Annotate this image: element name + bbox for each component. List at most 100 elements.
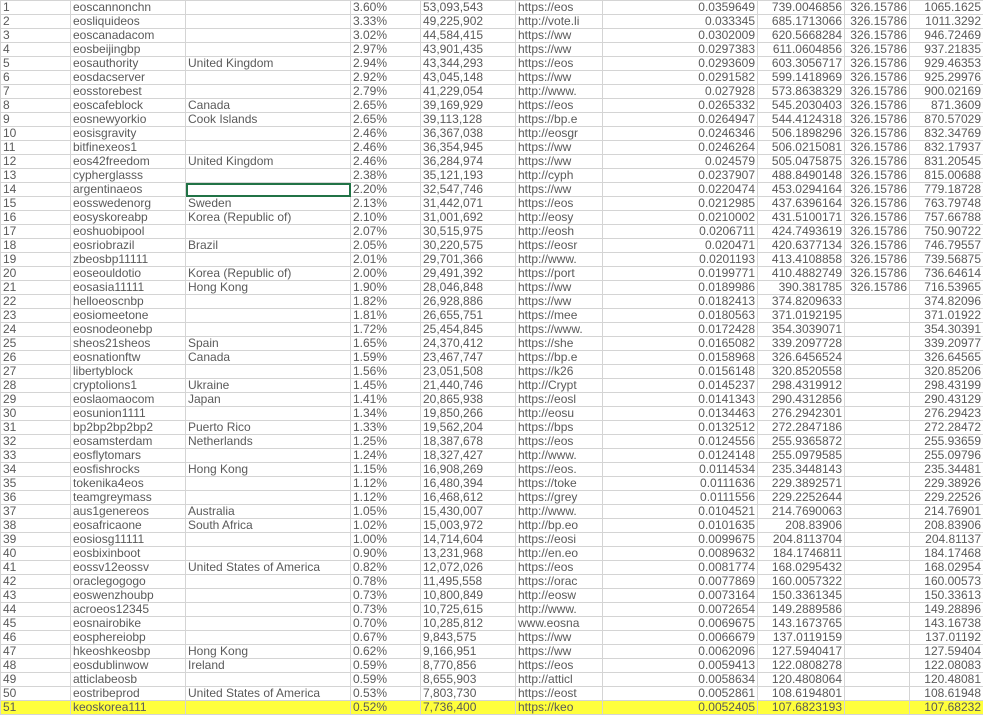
total-cell[interactable]: 374.82096 (909, 294, 983, 309)
total-cell[interactable]: 229.38926 (909, 476, 983, 491)
ratio-cell[interactable]: 0.0052861 (602, 686, 758, 701)
url-cell[interactable]: https://eos (515, 98, 603, 113)
row-index-cell[interactable]: 12 (0, 154, 71, 169)
table-row[interactable]: 17 eoshuobipool 2.07% 30,515,975 http://eosh… (0, 224, 983, 239)
account-cell[interactable]: libertyblock (70, 364, 186, 379)
url-cell[interactable]: http://eosy (515, 210, 603, 225)
bonus-cell[interactable] (844, 518, 910, 533)
votes-cell[interactable]: 30,220,575 (420, 238, 516, 253)
table-row[interactable]: 28 cryptolions1 Ukraine 1.45% 21,440,746 http… (0, 378, 983, 393)
votes-cell[interactable]: 9,166,951 (420, 644, 516, 659)
ratio-cell[interactable]: 0.0293609 (602, 56, 758, 71)
country-cell[interactable]: Cook Islands (185, 112, 351, 127)
reward-cell[interactable]: 420.6377134 (757, 238, 845, 253)
account-cell[interactable]: eosafricaone (70, 518, 186, 533)
votes-cell[interactable]: 13,231,968 (420, 546, 516, 561)
table-row[interactable]: 27 libertyblock 1.56% 23,051,508 https://k26… (0, 364, 983, 379)
total-cell[interactable]: 746.79557 (909, 238, 983, 253)
percent-cell[interactable]: 1.25% (350, 434, 421, 449)
reward-cell[interactable]: 108.6194801 (757, 686, 845, 701)
country-cell[interactable]: United Kingdom (185, 56, 351, 71)
row-index-cell[interactable]: 48 (0, 658, 71, 673)
percent-cell[interactable]: 1.15% (350, 462, 421, 477)
url-cell[interactable]: http://eosgr (515, 126, 603, 141)
country-cell[interactable]: Hong Kong (185, 280, 351, 295)
row-index-cell[interactable]: 46 (0, 630, 71, 645)
ratio-cell[interactable]: 0.0141343 (602, 392, 758, 407)
account-cell[interactable]: eosbeijingbp (70, 42, 186, 57)
url-cell[interactable]: https://eos (515, 0, 603, 15)
row-index-cell[interactable]: 9 (0, 112, 71, 127)
url-cell[interactable]: http://Crypt (515, 378, 603, 393)
votes-cell[interactable]: 19,562,204 (420, 420, 516, 435)
ratio-cell[interactable]: 0.0199771 (602, 266, 758, 281)
row-index-cell[interactable]: 28 (0, 378, 71, 393)
percent-cell[interactable]: 0.52% (350, 700, 421, 715)
total-cell[interactable]: 716.53965 (909, 280, 983, 295)
url-cell[interactable]: https://eos. (515, 462, 603, 477)
votes-cell[interactable]: 44,584,415 (420, 28, 516, 43)
percent-cell[interactable]: 1.41% (350, 392, 421, 407)
table-row[interactable]: 5 eosauthority United Kingdom 2.94% 43,344,2… (0, 56, 983, 71)
votes-cell[interactable]: 43,045,148 (420, 70, 516, 85)
url-cell[interactable]: https://eosi (515, 532, 603, 547)
account-cell[interactable]: eoseouldotio (70, 266, 186, 281)
percent-cell[interactable]: 2.97% (350, 42, 421, 57)
reward-cell[interactable]: 127.5940417 (757, 644, 845, 659)
percent-cell[interactable]: 0.78% (350, 574, 421, 589)
reward-cell[interactable]: 150.3361345 (757, 588, 845, 603)
account-cell[interactable]: eosdublinwow (70, 658, 186, 673)
votes-cell[interactable]: 39,169,929 (420, 98, 516, 113)
country-cell[interactable] (185, 476, 351, 491)
row-index-cell[interactable]: 22 (0, 294, 71, 309)
ratio-cell[interactable]: 0.0182413 (602, 294, 758, 309)
bonus-cell[interactable]: 326.15786 (844, 168, 910, 183)
reward-cell[interactable]: 290.4312856 (757, 392, 845, 407)
country-cell[interactable] (185, 126, 351, 141)
total-cell[interactable]: 815.00688 (909, 168, 983, 183)
country-cell[interactable] (185, 322, 351, 337)
reward-cell[interactable]: 272.2847186 (757, 420, 845, 435)
table-row[interactable]: 9 eosnewyorkio Cook Islands 2.65% 39,113,128… (0, 112, 983, 127)
row-index-cell[interactable]: 3 (0, 28, 71, 43)
votes-cell[interactable]: 19,850,266 (420, 406, 516, 421)
ratio-cell[interactable]: 0.0180563 (602, 308, 758, 323)
ratio-cell[interactable]: 0.0069675 (602, 616, 758, 631)
country-cell[interactable] (185, 546, 351, 561)
row-index-cell[interactable]: 8 (0, 98, 71, 113)
spreadsheet-grid[interactable]: 1 eoscannonchn 3.60% 53,093,543 https://eos 0… (0, 0, 983, 719)
percent-cell[interactable]: 1.33% (350, 420, 421, 435)
ratio-cell[interactable]: 0.0132512 (602, 420, 758, 435)
url-cell[interactable]: https://bp.e (515, 112, 603, 127)
reward-cell[interactable]: 229.2252644 (757, 490, 845, 505)
votes-cell[interactable]: 20,865,938 (420, 392, 516, 407)
url-cell[interactable]: https://eos (515, 560, 603, 575)
table-row[interactable]: 11 bitfinexeos1 2.46% 36,354,945 https://ww 0… (0, 140, 983, 155)
url-cell[interactable]: https://eost (515, 686, 603, 701)
reward-cell[interactable]: 545.2030403 (757, 98, 845, 113)
reward-cell[interactable]: 371.0192195 (757, 308, 845, 323)
bonus-cell[interactable] (844, 336, 910, 351)
country-cell[interactable]: South Africa (185, 518, 351, 533)
total-cell[interactable]: 779.18728 (909, 182, 983, 197)
row-index-cell[interactable]: 11 (0, 140, 71, 155)
row-index-cell[interactable]: 6 (0, 70, 71, 85)
bonus-cell[interactable] (844, 462, 910, 477)
percent-cell[interactable]: 0.59% (350, 658, 421, 673)
percent-cell[interactable]: 1.56% (350, 364, 421, 379)
percent-cell[interactable]: 2.00% (350, 266, 421, 281)
table-row[interactable]: 19 zbeosbp11111 2.01% 29,701,366 http://www.… (0, 252, 983, 267)
ratio-cell[interactable]: 0.0052405 (602, 700, 758, 715)
ratio-cell[interactable]: 0.027928 (602, 84, 758, 99)
bonus-cell[interactable]: 326.15786 (844, 196, 910, 211)
votes-cell[interactable]: 28,046,848 (420, 280, 516, 295)
total-cell[interactable]: 255.09796 (909, 448, 983, 463)
account-cell[interactable]: eosasia11111 (70, 280, 186, 295)
bonus-cell[interactable] (844, 322, 910, 337)
country-cell[interactable] (185, 70, 351, 85)
reward-cell[interactable]: 620.5668284 (757, 28, 845, 43)
account-cell[interactable]: eosdacserver (70, 70, 186, 85)
row-index-cell[interactable]: 38 (0, 518, 71, 533)
row-index-cell[interactable]: 27 (0, 364, 71, 379)
table-row[interactable]: 23 eosiomeetone 1.81% 26,655,751 https://mee… (0, 308, 983, 323)
